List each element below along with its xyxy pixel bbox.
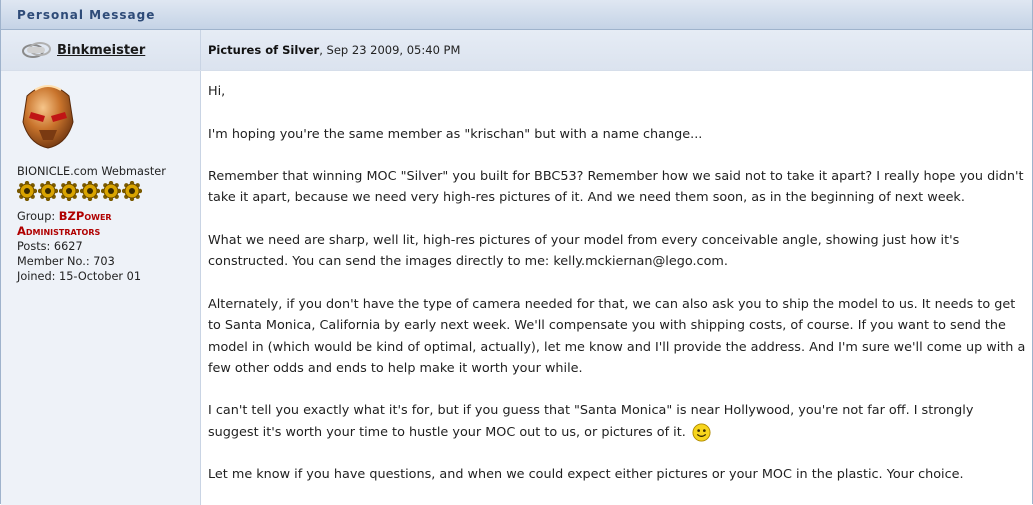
smiley-icon — [692, 423, 711, 442]
member-number: Member No.: 703 — [17, 255, 115, 268]
message-paragraph: Alternately, if you don't have the type … — [208, 296, 1026, 376]
offline-status-icon — [22, 42, 51, 58]
post-body: BIONICLE.com Webmaster Group: BZPower Ad… — [1, 71, 1032, 505]
member-title: BIONICLE.com Webmaster — [17, 165, 166, 178]
gear-pip-icon — [122, 181, 142, 201]
gear-pip-icon — [80, 181, 100, 201]
message-header: Pictures of Silver , Sep 23 2009, 05:40 … — [201, 30, 1032, 70]
group-name-line2: Administrators — [17, 224, 101, 238]
message-paragraph-with-smiley: I can't tell you exactly what it's for, … — [208, 400, 1026, 443]
message-content: Hi, I'm hoping you're the same member as… — [201, 71, 1032, 505]
author-name-link[interactable]: Binkmeister — [57, 43, 145, 58]
gear-pip-icon — [38, 181, 58, 201]
author-header: Binkmeister — [1, 30, 201, 70]
member-group: Group: BZPower Administrators — [17, 209, 200, 239]
post-header: Binkmeister Pictures of Silver , Sep 23 … — [1, 30, 1032, 71]
message-paragraph: What we need are sharp, well lit, high-r… — [208, 233, 960, 270]
gear-pip-icon — [101, 181, 121, 201]
panel-title: Personal Message — [1, 0, 1032, 30]
message-paragraph: Remember that winning MOC "Silver" you b… — [208, 169, 1024, 206]
avatar[interactable] — [17, 78, 79, 150]
gear-pip-icon — [59, 181, 79, 201]
author-sidebar: BIONICLE.com Webmaster Group: BZPower Ad… — [1, 71, 201, 505]
rank-pips — [17, 181, 200, 201]
message-paragraph: I'm hoping you're the same member as "kr… — [208, 126, 703, 142]
message-paragraph-text: I can't tell you exactly what it's for, … — [208, 403, 974, 440]
join-date: Joined: 15-October 01 — [17, 270, 142, 283]
message-date: , Sep 23 2009, 05:40 PM — [319, 43, 461, 57]
pm-panel: Personal Message Binkmeister Pictures of… — [0, 0, 1033, 505]
message-paragraph: Hi, — [208, 84, 226, 99]
group-name-line1: BZPower — [58, 209, 112, 223]
gear-pip-icon — [17, 181, 37, 201]
post-count: Posts: 6627 — [17, 240, 83, 253]
message-subject: Pictures of Silver — [208, 43, 320, 57]
group-label: Group: — [17, 210, 56, 223]
message-paragraph: Let me know if you have questions, and w… — [208, 467, 964, 483]
